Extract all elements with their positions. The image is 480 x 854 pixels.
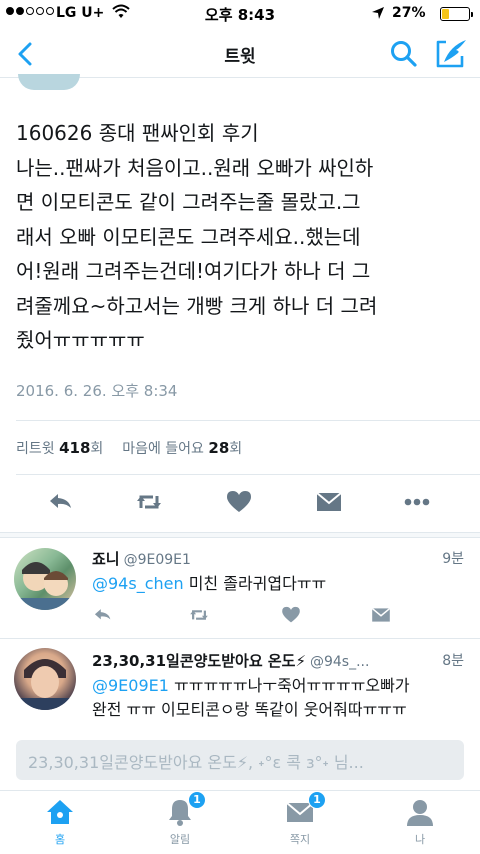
person-icon bbox=[407, 800, 433, 826]
avatar-image bbox=[14, 562, 76, 610]
status-bar: LG U+ 오후 8:43 27% bbox=[0, 0, 480, 30]
heart-icon[interactable] bbox=[280, 604, 302, 626]
home-icon bbox=[47, 800, 73, 824]
tab-notifications[interactable]: 1 알림 bbox=[132, 791, 228, 847]
tab-label: 알림 bbox=[169, 833, 191, 846]
reply-text-content: 완전 ㅠㅠ 이모티콘ㅇ랑 똑같이 웃어줘따ㅠㅠㅠ bbox=[92, 700, 407, 719]
tab-label: 쪽지 bbox=[289, 833, 311, 846]
tweet-text-line: 어!원래 그려주는건데!여기다가 하나 더 그 bbox=[16, 259, 371, 283]
tab-messages[interactable]: 1 쪽지 bbox=[252, 791, 348, 847]
author-handle: @94s_... bbox=[309, 654, 370, 670]
avatar[interactable] bbox=[14, 548, 76, 610]
direct-message-icon[interactable] bbox=[370, 604, 392, 626]
tweet-text-line: 나는..팬싸가 처음이고..원래 오빠가 싸인하 bbox=[16, 155, 374, 180]
reply-text-content: ㅠㅠㅠㅠㅠ나ㅜ죽어ㅠㅠㅠㅠ오빠가 bbox=[168, 676, 410, 695]
like-label[interactable]: 마음에 들어요 bbox=[122, 441, 204, 457]
tweet-text-line: 줬어ㅠㅠㅠㅠㅠ bbox=[16, 328, 145, 352]
avatar-image bbox=[14, 659, 76, 710]
mention-link[interactable]: @94s_chen bbox=[92, 574, 184, 593]
reply-author[interactable]: 죠니 @9E09E1 bbox=[92, 548, 191, 569]
reply-age: 9분 bbox=[442, 551, 464, 567]
divider bbox=[16, 474, 480, 475]
divider bbox=[16, 420, 480, 421]
retweet-label[interactable]: 리트윗 bbox=[16, 441, 55, 457]
author-handle: @9E09E1 bbox=[123, 552, 191, 568]
reply-icon[interactable] bbox=[92, 604, 114, 626]
like-unit: 회 bbox=[229, 441, 243, 457]
tab-bar: 홈 1 알림 1 쪽지 나 bbox=[0, 790, 480, 854]
reply-age: 8분 bbox=[442, 653, 464, 669]
message-badge: 1 bbox=[308, 791, 326, 809]
battery-percent: 27% bbox=[392, 5, 426, 21]
tweet-text-line: 면 이모티콘도 같이 그려주는줄 몰랐고.그 bbox=[16, 190, 361, 214]
direct-message-icon[interactable] bbox=[314, 488, 344, 516]
reply-input[interactable]: 23,30,31일콘양도받아요 온도⚡, ˖°ε 콕 з°˖ 님... bbox=[16, 740, 464, 780]
retweet-icon[interactable] bbox=[134, 488, 164, 516]
reply-author[interactable]: 23,30,31일콘양도받아요 온도⚡ @94s_... bbox=[92, 650, 382, 671]
retweet-unit: 회 bbox=[90, 441, 104, 457]
avatar[interactable] bbox=[14, 648, 76, 710]
retweet-icon[interactable] bbox=[188, 604, 210, 626]
tab-me[interactable]: 나 bbox=[372, 797, 468, 847]
mention-link[interactable]: @9E09E1 bbox=[92, 676, 169, 695]
tweet-text-line: 래서 오빠 이모티콘도 그려주세요..했는데 bbox=[16, 224, 361, 249]
reply-actions bbox=[92, 604, 412, 628]
tab-label: 홈 bbox=[54, 833, 66, 846]
heart-icon[interactable] bbox=[224, 488, 254, 516]
reply-tweet[interactable]: 죠니 @9E09E1 9분 @94s_chen 미친 졸라귀엽다ㅠㅠ bbox=[0, 538, 480, 638]
retweet-count[interactable]: 418 bbox=[59, 439, 90, 457]
tweet-text-line: 160626 종대 팬싸인회 후기 bbox=[16, 121, 259, 145]
compose-icon[interactable] bbox=[432, 36, 472, 72]
reply-text: @94s_chen 미친 졸라귀엽다ㅠㅠ bbox=[92, 572, 464, 596]
tweet-text-line: 려줄께요~하고서는 개빵 크게 하나 더 그려 bbox=[16, 293, 378, 318]
author-avatar[interactable] bbox=[18, 74, 80, 90]
battery-icon bbox=[440, 7, 473, 21]
reply-text-content: 미친 졸라귀엽다ㅠㅠ bbox=[183, 574, 327, 593]
search-icon[interactable] bbox=[386, 36, 422, 72]
divider bbox=[0, 638, 480, 639]
reply-icon[interactable] bbox=[46, 488, 76, 516]
tab-label: 나 bbox=[414, 833, 426, 846]
reply-text: @9E09E1 ㅠㅠㅠㅠㅠ나ㅜ죽어ㅠㅠㅠㅠ오빠가 완전 ㅠㅠ 이모티콘ㅇ랑 똑같… bbox=[92, 674, 464, 722]
author-name: 23,30,31일콘양도받아요 온도⚡ bbox=[92, 652, 306, 670]
more-options-icon[interactable] bbox=[402, 488, 432, 516]
notification-badge: 1 bbox=[188, 791, 206, 809]
tweet-stats: 리트윗 418회 마음에 들어요 28회 bbox=[16, 438, 242, 458]
tweet-actions bbox=[0, 480, 480, 524]
tweet-timestamp: 2016. 6. 26. 오후 8:34 bbox=[16, 382, 178, 400]
author-name: 죠니 bbox=[92, 550, 120, 568]
nav-bar: 트윗 bbox=[0, 30, 480, 78]
location-arrow-icon bbox=[372, 7, 384, 19]
reply-tweet[interactable]: 23,30,31일콘양도받아요 온도⚡ @94s_... 8분 @9E09E1 ㅠ… bbox=[0, 640, 480, 736]
tweet-text: 160626 종대 팬싸인회 후기 나는..팬싸가 처음이고..원래 오빠가 싸… bbox=[16, 116, 468, 358]
like-count[interactable]: 28 bbox=[208, 439, 229, 457]
tab-home[interactable]: 홈 bbox=[12, 797, 108, 847]
